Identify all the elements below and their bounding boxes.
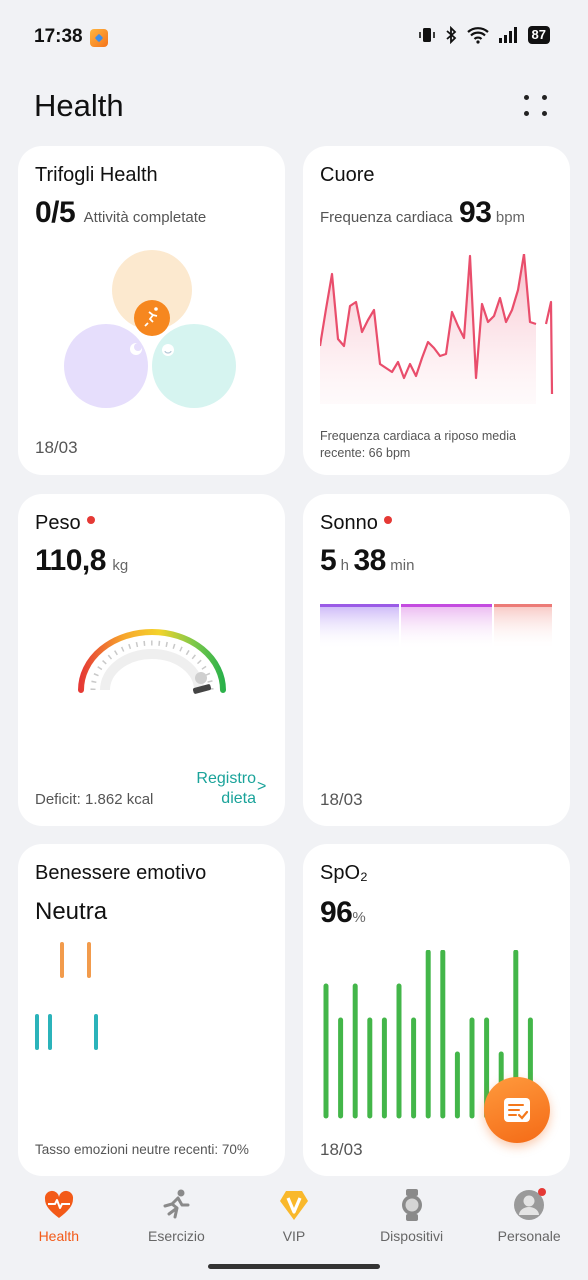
bmi-gauge <box>78 629 226 694</box>
sleep-stage-light <box>401 604 492 650</box>
page-title: Health <box>34 88 124 123</box>
weight-unit: kg <box>112 557 129 574</box>
nav-esercizio[interactable]: Esercizio <box>118 1180 236 1256</box>
activity-summary: 0/5 Attività completate <box>35 196 206 230</box>
sleep-summary: 5 h 38 min <box>320 544 414 578</box>
checklist-icon <box>504 1098 530 1122</box>
trifogli-health-card[interactable]: Trifogli Health 0/5 Attività completate … <box>18 146 285 475</box>
resting-note-line1: Frequenza cardiaca a riposo media <box>320 429 516 443</box>
notification-app-icon <box>90 29 108 47</box>
trifogli-date: 18/03 <box>35 438 78 457</box>
neutral-rate-note: Tasso emozioni neutre recenti: 70% <box>35 1142 249 1157</box>
card-title: Benessere emotivo <box>35 862 207 884</box>
spo2-date: 18/03 <box>320 1140 363 1159</box>
registro-dieta-link[interactable]: Registro dieta <box>186 769 256 809</box>
heart-pulse-icon <box>44 1190 73 1218</box>
clover-leaf-left <box>64 324 148 408</box>
sleep-stage-rem <box>494 604 552 650</box>
peso-card[interactable]: Peso 110,8 kg Deficit: 1.862 kcal Regist… <box>18 494 285 826</box>
sleep-stages-chart <box>320 604 552 650</box>
avatar-icon <box>514 1188 547 1220</box>
nav-label: Dispositivi <box>380 1228 444 1244</box>
nav-label: Esercizio <box>147 1228 205 1244</box>
activity-count: 0/5 <box>35 196 76 229</box>
wifi-icon <box>466 27 489 44</box>
spo2-value: 96 <box>320 896 353 929</box>
deficit-text: Deficit: 1.862 kcal <box>35 791 154 808</box>
activity-label: Attività completate <box>83 209 207 226</box>
dot-icon <box>542 95 547 100</box>
more-options-button[interactable] <box>520 92 552 122</box>
nav-label: Health <box>38 1228 80 1244</box>
bottom-navigation: Health Esercizio VIP Dispositivi Persona… <box>0 1180 588 1256</box>
nav-label: VIP <box>282 1228 306 1244</box>
link-line1: Registro <box>196 770 256 787</box>
trifogli-clover-chart <box>64 250 236 408</box>
heart-rate-line-tail <box>544 300 554 395</box>
spo2-unit: % <box>352 909 366 926</box>
mood-value: Neutra <box>35 898 108 925</box>
new-data-dot <box>383 515 392 524</box>
nav-dispositivi[interactable]: Dispositivi <box>353 1180 471 1256</box>
mood-chart <box>35 942 98 1050</box>
nav-health[interactable]: Health <box>0 1180 118 1256</box>
status-bar: 17:38 87 <box>0 0 588 70</box>
card-title: Trifogli Health <box>35 164 158 186</box>
dot-icon <box>524 95 529 100</box>
heart-rate-area <box>320 254 536 404</box>
weight-summary: 110,8 kg <box>35 544 128 578</box>
card-title: Cuore <box>320 164 375 186</box>
gauge-indicator <box>195 672 207 684</box>
running-icon <box>163 1189 190 1219</box>
nav-vip[interactable]: VIP <box>235 1180 353 1256</box>
clover-leaf-right <box>152 324 236 408</box>
heart-rate-label: Frequenza cardiaca <box>320 209 453 226</box>
sleep-minutes: 38 <box>353 544 386 577</box>
cuore-card[interactable]: Cuore Frequenza cardiaca 93 bpm Frequenz… <box>303 146 570 475</box>
dot-icon <box>542 111 547 116</box>
card-title: SpO₂ <box>320 862 368 884</box>
status-time: 17:38 <box>34 26 83 47</box>
new-data-dot <box>86 515 95 524</box>
benessere-emotivo-card[interactable]: Benessere emotivo Neutra Tasso emozioni … <box>18 844 285 1176</box>
heart-rate-chart <box>320 254 554 404</box>
card-title: Peso <box>35 512 81 534</box>
dot-icon <box>524 111 529 116</box>
heart-rate-value: 93 <box>459 196 492 229</box>
add-record-button[interactable] <box>484 1077 550 1143</box>
signal-icon <box>498 27 517 43</box>
battery-indicator: 87 <box>527 26 550 44</box>
resting-note-line2: recente: 66 bpm <box>320 446 411 460</box>
sleep-date: 18/03 <box>320 790 363 809</box>
bluetooth-icon <box>445 26 456 44</box>
mood-face-icon <box>162 344 174 356</box>
link-line2: dieta <box>221 790 256 807</box>
heart-rate-summary: Frequenza cardiaca 93 bpm <box>320 196 525 230</box>
resting-heart-rate-note: Frequenza cardiaca a riposo media recent… <box>320 428 516 462</box>
sleep-hours-unit: h <box>340 557 349 574</box>
sonno-card[interactable]: Sonno 5 h 38 min 18/03 <box>303 494 570 826</box>
sleep-minutes-unit: min <box>390 557 415 574</box>
watch-icon <box>401 1189 422 1221</box>
card-title: Sonno <box>320 512 378 534</box>
card-title-row: Sonno <box>320 512 392 535</box>
status-icons: 87 <box>418 26 550 44</box>
spo2-summary: 96% <box>320 896 366 930</box>
weight-value: 110,8 <box>35 544 106 577</box>
sleep-hours: 5 <box>320 544 337 577</box>
vibrate-icon <box>418 28 435 42</box>
sleep-stage-deep <box>320 604 399 650</box>
home-indicator <box>208 1264 380 1269</box>
nav-label: Personale <box>497 1228 561 1244</box>
card-title-row: Peso <box>35 512 95 535</box>
running-icon <box>134 300 170 336</box>
nav-personale[interactable]: Personale <box>470 1180 588 1256</box>
chevron-right-icon: > <box>257 778 267 795</box>
vip-badge-icon <box>279 1191 308 1220</box>
heart-rate-unit: bpm <box>495 209 526 226</box>
notification-dot <box>538 1188 547 1196</box>
